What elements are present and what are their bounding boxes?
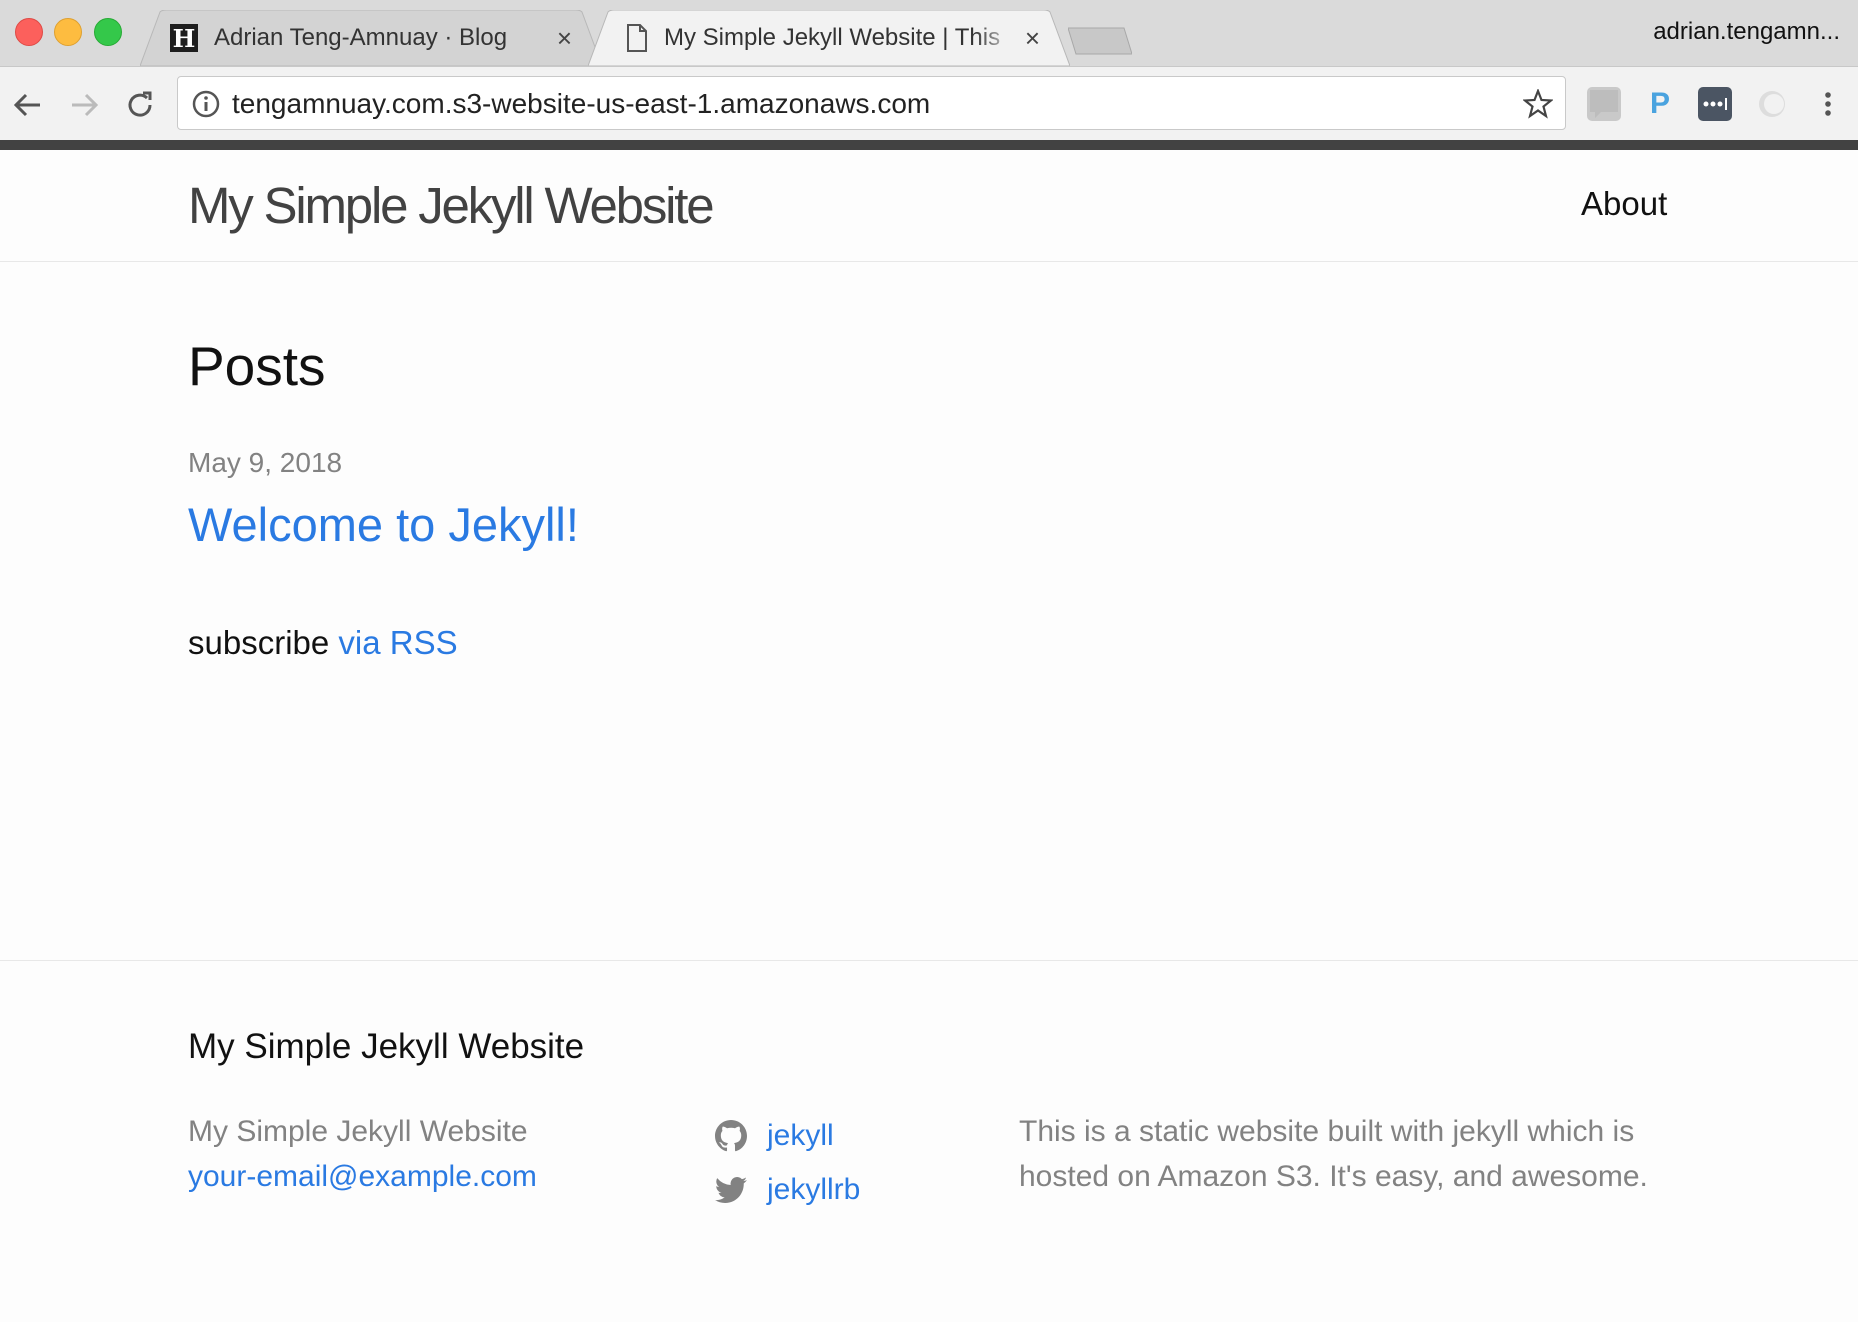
maximize-window-button[interactable] — [94, 18, 122, 46]
arrow-left-icon — [13, 93, 40, 117]
browser-titlebar: H Adrian Teng-Amnuay · Blog × My Simple … — [0, 0, 1858, 66]
rss-link[interactable]: via RSS — [338, 624, 457, 661]
opera-like-icon[interactable] — [1755, 87, 1789, 121]
github-icon — [715, 1120, 747, 1152]
reload-button[interactable] — [120, 85, 160, 125]
profile-name[interactable]: adrian.tengamn... — [1653, 18, 1840, 46]
nav-about-link[interactable]: About — [1581, 185, 1667, 223]
tab-blog[interactable]: H Adrian Teng-Amnuay · Blog × — [140, 10, 602, 66]
minimize-window-button[interactable] — [54, 18, 82, 46]
subscribe-line: subscribe via RSS — [188, 624, 458, 662]
github-row: jekyll — [715, 1109, 860, 1163]
document-icon — [627, 24, 647, 52]
walkme-icon[interactable] — [1587, 87, 1621, 121]
site-footer: My Simple Jekyll Website My Simple Jekyl… — [0, 960, 1858, 1322]
footer-description: This is a static website built with jeky… — [1019, 1115, 1648, 1193]
twitter-row: jekyllrb — [715, 1163, 860, 1217]
close-tab-icon[interactable]: × — [1025, 23, 1040, 54]
footer-contact: My Simple Jekyll Website your-email@exam… — [188, 1109, 537, 1199]
footer-site-name: My Simple Jekyll Website — [188, 1115, 528, 1148]
github-link[interactable]: jekyll — [767, 1109, 834, 1163]
subscribe-text: subscribe — [188, 624, 330, 661]
reload-icon — [128, 91, 152, 117]
walkme-bubble — [1590, 90, 1618, 118]
close-tab-icon[interactable]: × — [557, 23, 572, 54]
post-title-link[interactable]: Welcome to Jekyll! — [188, 497, 579, 552]
vertical-dots-icon — [1825, 92, 1831, 116]
twitter-icon — [715, 1177, 747, 1203]
address-bar[interactable]: tengamnuay.com.s3-website-us-east-1.amaz… — [177, 76, 1566, 130]
back-button[interactable] — [8, 85, 48, 125]
posts-heading: Posts — [188, 335, 326, 397]
url-text[interactable]: tengamnuay.com.s3-website-us-east-1.amaz… — [232, 88, 930, 120]
footer-social: jekyll jekyllrb — [715, 1109, 860, 1217]
close-window-button[interactable] — [15, 18, 43, 46]
browser-toolbar: tengamnuay.com.s3-website-us-east-1.amaz… — [0, 66, 1858, 141]
info-icon[interactable] — [192, 90, 220, 118]
arrow-right-icon — [72, 93, 99, 117]
new-tab-button[interactable] — [1068, 24, 1132, 56]
footer-heading: My Simple Jekyll Website — [188, 1027, 585, 1066]
dots-icon — [1703, 98, 1727, 110]
site-title-link[interactable]: My Simple Jekyll Website — [188, 176, 715, 235]
forward-button[interactable] — [64, 85, 104, 125]
h-favicon-icon: H — [170, 24, 198, 53]
tab-jekyll-site[interactable]: My Simple Jekyll Website | This × — [588, 10, 1070, 66]
bookmark-star-icon[interactable] — [1523, 89, 1553, 119]
circle-swirl-icon — [1759, 91, 1785, 117]
password-manager-icon[interactable] — [1698, 87, 1732, 121]
toolbar-divider — [0, 140, 1858, 150]
footer-email-link[interactable]: your-email@example.com — [188, 1160, 537, 1193]
p-icon[interactable]: P — [1643, 87, 1677, 121]
tab-title: My Simple Jekyll Website | This — [664, 24, 1001, 51]
twitter-link[interactable]: jekyllrb — [767, 1163, 860, 1217]
menu-icon[interactable] — [1811, 87, 1845, 121]
tab-title: Adrian Teng-Amnuay · Blog — [214, 24, 508, 51]
site-header: My Simple Jekyll Website About — [0, 150, 1858, 262]
post-date: May 9, 2018 — [188, 447, 343, 478]
